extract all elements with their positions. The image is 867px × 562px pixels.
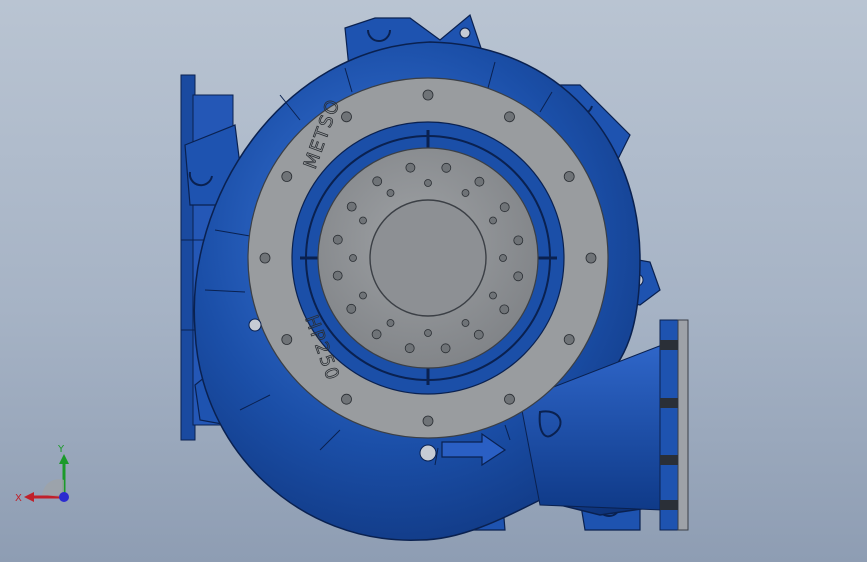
bolt-hole: [473, 329, 484, 340]
bolt-hole: [499, 202, 510, 213]
bolt-hole: [504, 393, 515, 405]
impeller-eye: [369, 199, 487, 317]
bolt-hole: [563, 334, 575, 345]
y-axis-label: Y: [57, 444, 65, 455]
bolt-hole: [422, 415, 434, 427]
pump-model[interactable]: METSO HP250: [0, 0, 867, 562]
bolt-hole: [359, 291, 367, 300]
bolt-hole: [372, 176, 383, 187]
cad-viewport[interactable]: METSO HP250 Y X: [0, 0, 867, 562]
bolt-hole: [341, 393, 352, 405]
bolt-hole: [424, 329, 432, 337]
z-axis-icon: [59, 492, 69, 502]
bolt-hole: [359, 216, 367, 225]
bolt-hole: [349, 254, 357, 262]
bolt-hole: [422, 89, 434, 101]
bolt-hole: [346, 201, 357, 212]
bolt-hole: [441, 162, 452, 173]
bolt-hole: [281, 334, 293, 345]
bolt-hole: [424, 179, 432, 187]
bolt-hole: [371, 329, 382, 340]
bolt-hole: [281, 171, 293, 182]
x-axis-label: X: [15, 493, 22, 504]
bolt-hole: [489, 291, 497, 300]
bolt-hole: [563, 171, 575, 182]
bolt-hole: [499, 304, 510, 315]
bolt-hole: [332, 234, 343, 245]
bolt-hole: [461, 319, 470, 327]
bolt-hole: [513, 235, 524, 246]
bolt-hole: [341, 111, 352, 123]
coordinate-triad: Y X: [15, 444, 69, 504]
bolt-hole: [585, 252, 597, 264]
bolt-hole: [346, 303, 357, 314]
bolt-hole: [461, 189, 470, 197]
bolt-hole: [386, 319, 395, 327]
bolt-hole: [474, 176, 485, 187]
bolt-hole: [405, 162, 416, 173]
bolt-hole: [404, 343, 415, 354]
bolt-hole: [259, 252, 271, 264]
bolt-hole: [499, 254, 507, 262]
bolt-hole: [504, 111, 515, 123]
bolt-hole: [513, 271, 524, 282]
bolt-hole: [332, 270, 343, 281]
bolt-hole: [386, 189, 395, 197]
bolt-hole: [440, 343, 451, 354]
bolt-hole: [489, 216, 497, 225]
